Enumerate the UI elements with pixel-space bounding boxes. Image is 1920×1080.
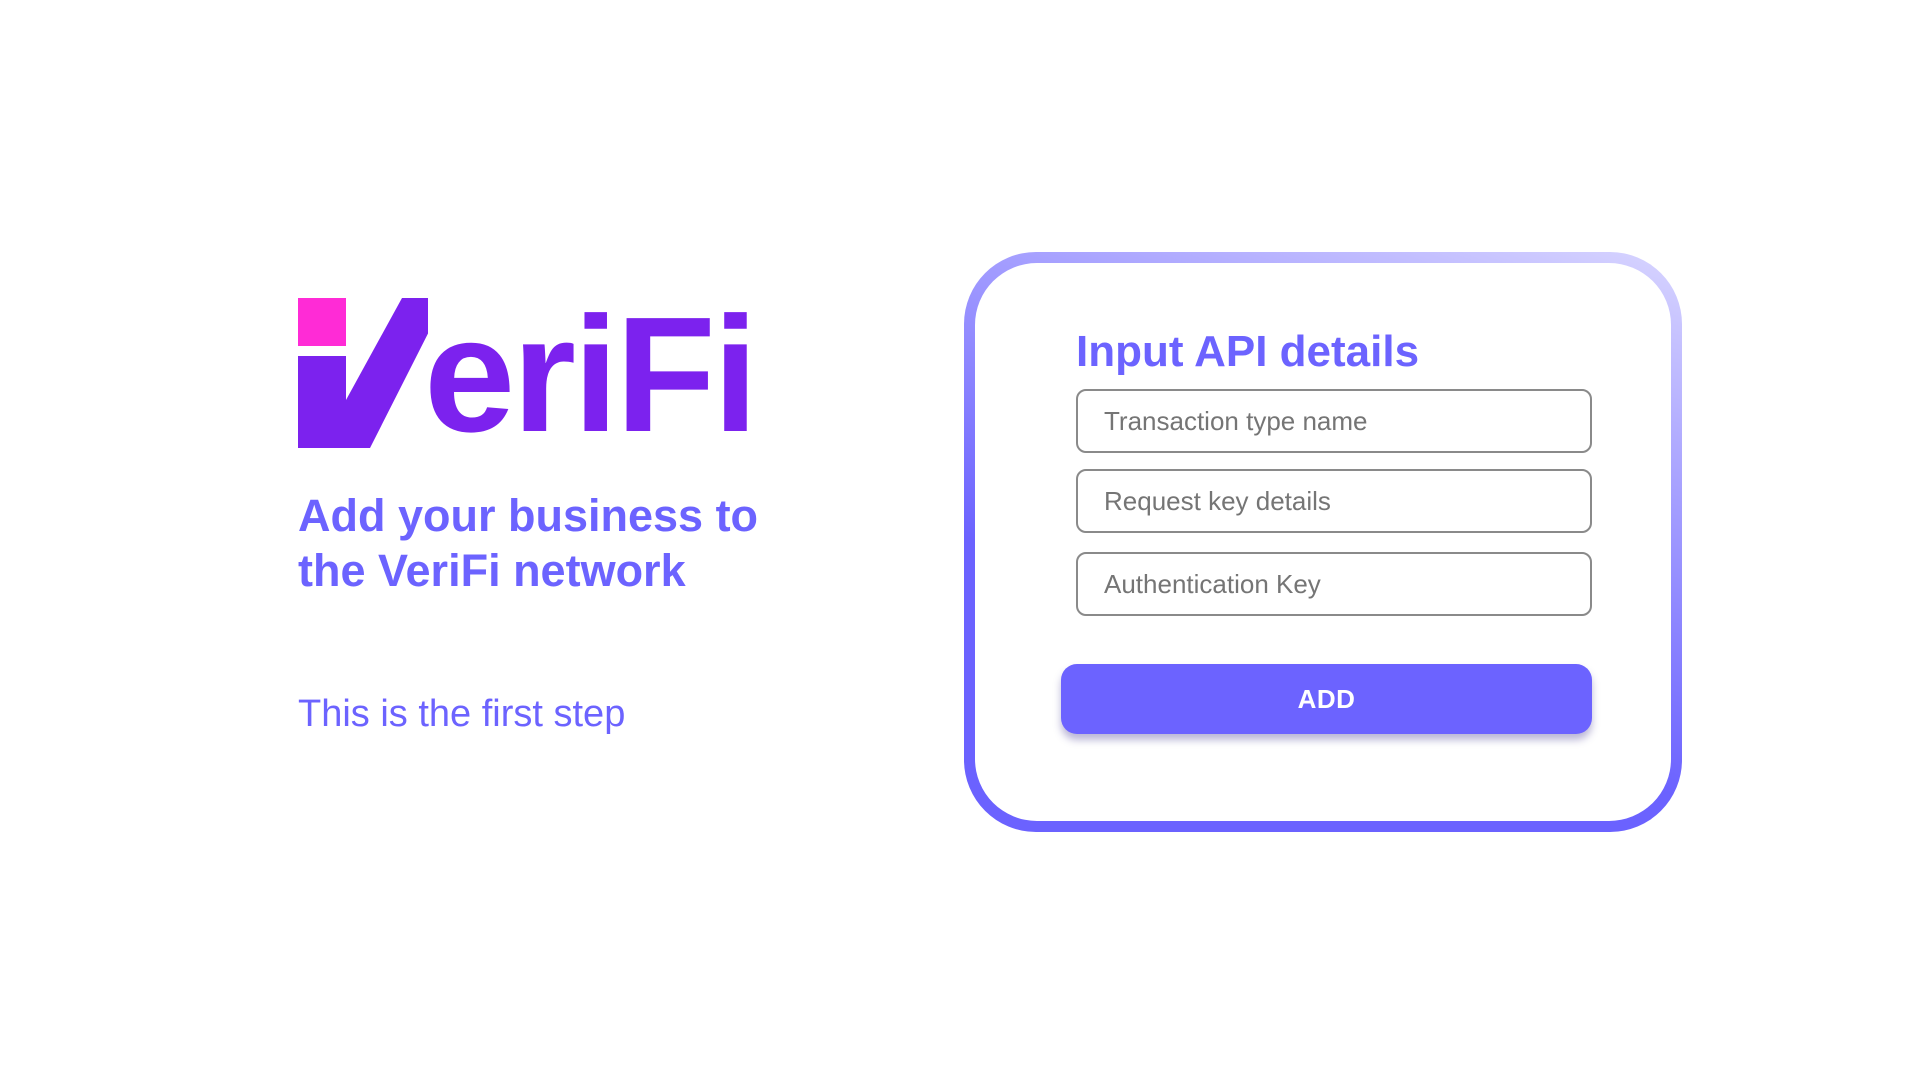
transaction-type-name-input[interactable] [1076,389,1592,453]
request-key-details-input[interactable] [1076,469,1592,533]
headline-line-1: Add your business to [298,490,759,541]
page: eriFi Add your business to the VeriFi ne… [0,0,1920,1080]
headline-line-2: the VeriFi network [298,545,686,596]
authentication-key-input[interactable] [1076,552,1592,616]
headline: Add your business to the VeriFi network [298,488,818,598]
logo-wordmark: eriFi [424,283,758,466]
form-title: Input API details [1076,327,1420,376]
add-button[interactable]: ADD [1061,664,1592,734]
step-caption: This is the first step [298,693,626,735]
api-details-card: Input API details ADD [975,263,1671,821]
logo-v-mark-icon [298,298,428,448]
verifi-logo: eriFi [298,283,768,466]
api-details-card-border: Input API details ADD [964,252,1682,832]
